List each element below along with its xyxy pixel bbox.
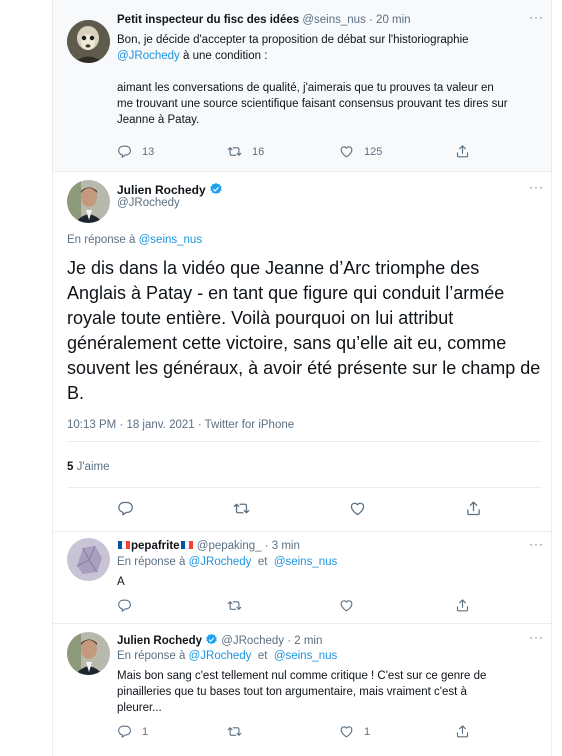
- like-icon: [349, 500, 366, 517]
- main-tweet-text: Je dis dans la vidéo que Jeanne d’Arc tr…: [67, 258, 541, 403]
- reply-button[interactable]: [117, 500, 134, 517]
- tweet-body: Bon, je décide d'accepter ta proposition…: [117, 32, 542, 128]
- tweet-text-line: aimant les conversations de qualité, j'a…: [117, 82, 494, 94]
- mention-link[interactable]: @JRochedy: [117, 50, 180, 62]
- reply-count: 1: [142, 725, 149, 738]
- share-icon: [465, 500, 482, 517]
- like-icon: [339, 144, 354, 159]
- tweet-text: A: [117, 576, 125, 588]
- divider: [67, 441, 542, 442]
- reply-context: En réponse à @JRochedy et @seins_nus: [117, 650, 337, 662]
- verified-icon: [206, 633, 217, 645]
- retweet-button[interactable]: [227, 598, 242, 613]
- author-name[interactable]: Julien Rochedy: [117, 183, 206, 197]
- avatar[interactable]: [67, 538, 110, 581]
- reply-icon: [117, 500, 134, 517]
- tweet-header: Petit inspecteur du fisc des idées @sein…: [117, 14, 411, 26]
- share-button[interactable]: [465, 500, 482, 517]
- tweet-reply[interactable]: pepafrite @pepaking_ · 3 min ··· En répo…: [53, 532, 551, 624]
- more-icon[interactable]: ···: [529, 10, 544, 24]
- likes-summary[interactable]: 5 J'aime: [67, 461, 109, 473]
- tweet-time[interactable]: · 2 min: [287, 635, 322, 647]
- mention-link[interactable]: @JRochedy: [189, 650, 252, 662]
- tweet-header: pepafrite @pepaking_ · 3 min: [117, 540, 300, 552]
- reply-context: En réponse à @seins_nus: [67, 234, 202, 246]
- retweet-icon: [227, 724, 242, 739]
- tweet-header: Julien Rochedy @JRochedy · 2 min: [117, 633, 322, 647]
- like-button[interactable]: 125: [339, 144, 382, 159]
- like-count: 125: [364, 145, 383, 158]
- flag-icon-fr: [180, 541, 193, 549]
- verified-icon: [210, 182, 222, 195]
- reply-button[interactable]: 13: [117, 144, 154, 159]
- like-button[interactable]: [339, 598, 354, 613]
- share-icon: [455, 598, 470, 613]
- avatar[interactable]: [67, 632, 110, 675]
- flag-icon-fr: [118, 541, 130, 549]
- tweet-context[interactable]: Petit inspecteur du fisc des idées @sein…: [53, 0, 551, 172]
- retweet-icon: [233, 500, 250, 517]
- retweet-icon: [227, 144, 242, 159]
- reply-prefix: En réponse à: [117, 556, 186, 568]
- reply-icon: [117, 144, 132, 159]
- retweet-icon: [227, 598, 242, 613]
- reply-icon: [117, 598, 132, 613]
- tweet-text-line: pinailleries que tu bases tout ton argum…: [117, 686, 467, 698]
- mention-link[interactable]: @seins_nus: [274, 650, 337, 662]
- author-handle[interactable]: @pepaking_: [197, 540, 262, 552]
- mention-link[interactable]: @JRochedy: [189, 556, 252, 568]
- share-icon: [455, 144, 470, 159]
- author-handle[interactable]: @JRochedy: [221, 635, 284, 647]
- like-count: 1: [364, 725, 371, 738]
- share-button[interactable]: [455, 724, 470, 739]
- reply-icon: [117, 724, 132, 739]
- author-name[interactable]: pepafrite: [131, 540, 180, 552]
- mention-link[interactable]: @seins_nus: [274, 556, 337, 568]
- reply-button[interactable]: 1: [117, 724, 148, 739]
- reply-context: En réponse à @JRochedy et @seins_nus: [117, 556, 337, 568]
- divider: [67, 487, 542, 488]
- conjunction: et: [257, 556, 268, 568]
- like-icon: [339, 598, 354, 613]
- author-handle[interactable]: @seins_nus: [302, 14, 365, 26]
- tweet-text-line: Jeanne à Patay.: [117, 114, 200, 126]
- tweet-text-line: me trouvant une source scientifique fais…: [117, 98, 508, 110]
- conjunction: et: [257, 650, 268, 662]
- more-icon[interactable]: ···: [529, 180, 544, 194]
- tweet-reply[interactable]: Julien Rochedy @JRochedy · 2 min ··· En …: [53, 624, 551, 756]
- tweet-text-line: pleurer...: [117, 702, 162, 714]
- like-icon: [339, 724, 354, 739]
- reply-prefix: En réponse à: [67, 234, 136, 246]
- mention-link[interactable]: @seins_nus: [139, 234, 202, 246]
- retweet-button[interactable]: 16: [227, 144, 264, 159]
- reply-button[interactable]: [117, 598, 132, 613]
- tweet-time[interactable]: · 20 min: [369, 14, 411, 26]
- author-name[interactable]: Petit inspecteur du fisc des idées: [117, 14, 299, 26]
- tweet-text-line: Mais bon sang c'est tellement nul comme …: [117, 670, 487, 682]
- likes-count: 5: [67, 461, 74, 473]
- avatar[interactable]: [67, 20, 110, 63]
- more-icon[interactable]: ···: [529, 537, 544, 551]
- tweet-text-line: Bon, je décide d'accepter ta proposition…: [117, 34, 469, 46]
- author-handle[interactable]: @JRochedy: [117, 197, 180, 209]
- tweet-body: Mais bon sang c'est tellement nul comme …: [117, 668, 547, 716]
- share-button[interactable]: [455, 598, 470, 613]
- author-name[interactable]: Julien Rochedy: [117, 635, 202, 647]
- share-button[interactable]: [455, 144, 470, 159]
- timeline-column: Petit inspecteur du fisc des idées @sein…: [52, 0, 552, 756]
- tweet-text-line: à une condition :: [179, 50, 268, 62]
- like-button[interactable]: 1: [339, 724, 370, 739]
- like-button[interactable]: [349, 500, 366, 517]
- retweet-count: 16: [252, 145, 265, 158]
- tweet-time[interactable]: · 3 min: [265, 540, 300, 552]
- more-icon[interactable]: ···: [529, 630, 544, 644]
- retweet-button[interactable]: [227, 724, 242, 739]
- avatar[interactable]: [67, 180, 110, 223]
- retweet-button[interactable]: [233, 500, 250, 517]
- tweet-meta[interactable]: 10:13 PM · 18 janv. 2021 · Twitter for i…: [67, 419, 294, 431]
- reply-prefix: En réponse à: [117, 650, 186, 662]
- likes-label: J'aime: [76, 461, 110, 473]
- share-icon: [455, 724, 470, 739]
- reply-count: 13: [142, 145, 155, 158]
